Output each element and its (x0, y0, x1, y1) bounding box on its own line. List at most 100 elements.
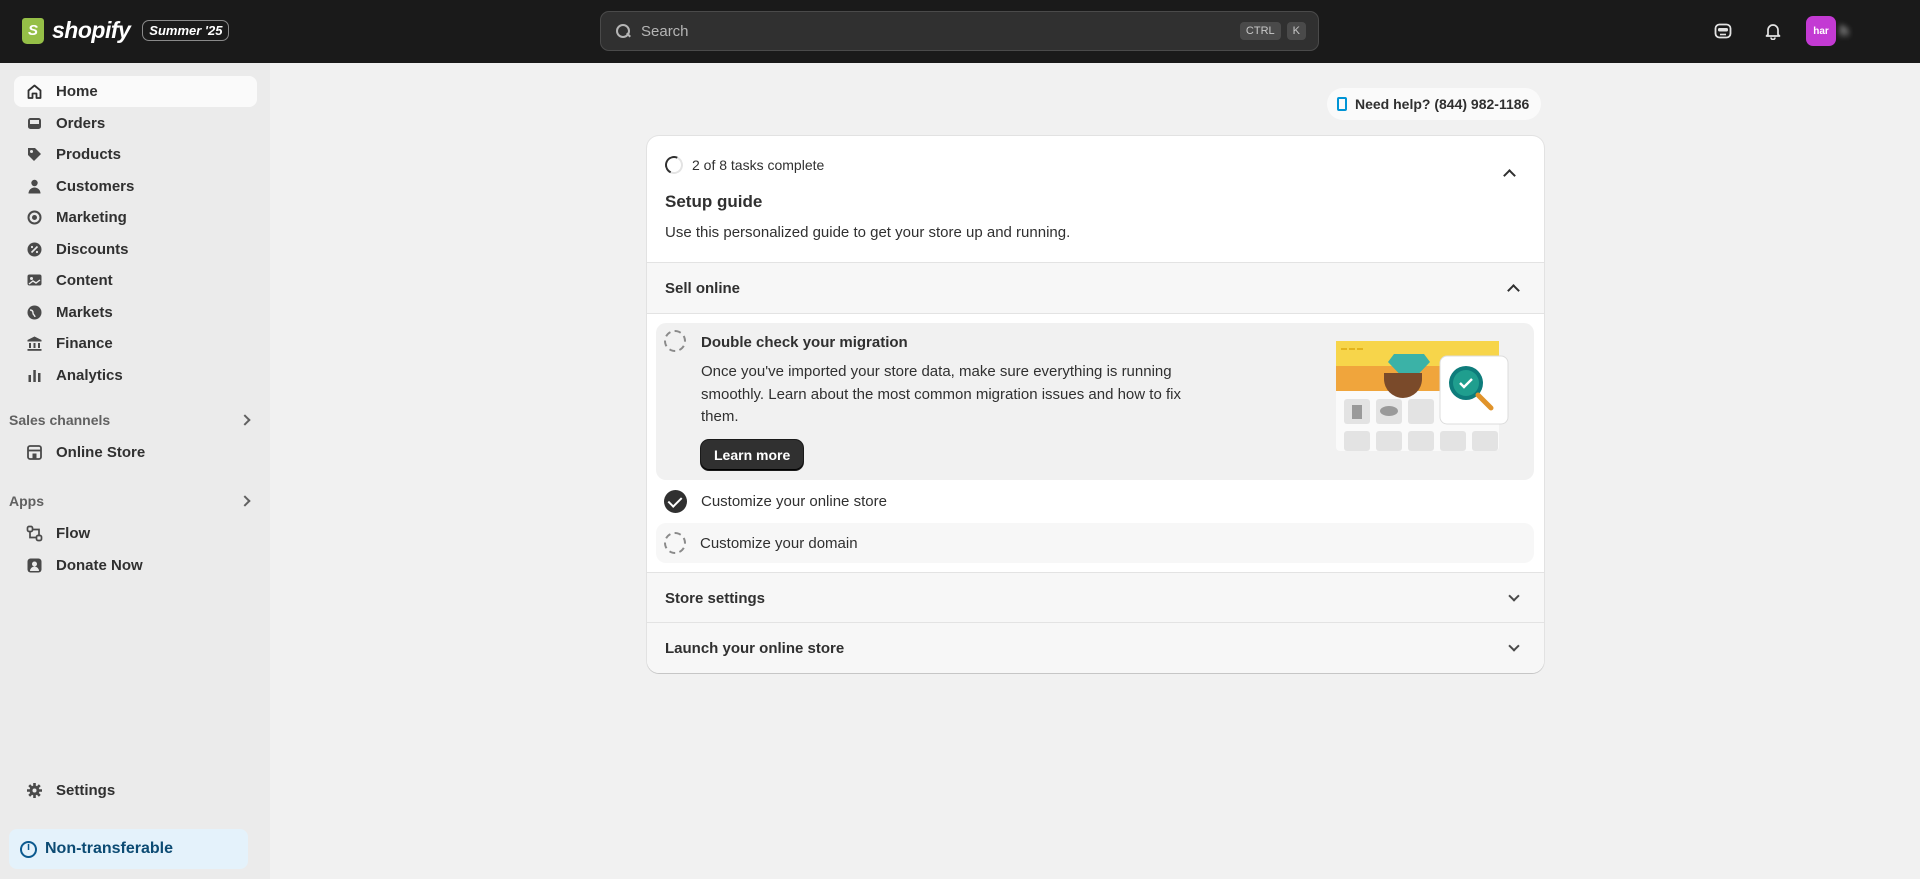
chevron-up-icon (1507, 284, 1520, 297)
setup-guide-card: 2 of 8 tasks complete Setup guide Use th… (647, 136, 1544, 673)
help-contact[interactable]: Need help? (844) 982-1186 (1327, 88, 1542, 120)
sidebar-item-markets[interactable]: Markets (14, 297, 257, 328)
home-icon (24, 82, 44, 102)
sidebar-item-label: Orders (56, 115, 106, 132)
page-title: Setup guide (665, 192, 763, 211)
search-placeholder: Search (641, 22, 689, 40)
help-label: Need help? (844) 982-1186 (1355, 96, 1530, 112)
sidebar-item-orders[interactable]: Orders (14, 108, 257, 139)
bell-icon (1765, 24, 1781, 40)
discount-icon (24, 240, 44, 260)
learn-more-button[interactable]: Learn more (701, 440, 804, 470)
tag-icon (24, 145, 44, 165)
sidebar-item-label: Flow (56, 525, 91, 542)
task-double-check-migration[interactable]: Double check your migration Once you've … (656, 323, 1534, 480)
sidebar-item-label: Content (56, 272, 113, 289)
topbar-actions: har h (1706, 14, 1920, 48)
bar-chart-icon (24, 366, 44, 386)
task-title: Double check your migration (701, 334, 908, 351)
sidebar-item-content[interactable]: Content (14, 265, 257, 296)
sidebar-item-label: Customers (56, 178, 135, 195)
notifications-button[interactable] (1756, 14, 1790, 48)
section-sell-online[interactable]: Sell online (647, 262, 1544, 313)
sidebar-item-analytics[interactable]: Analytics (14, 360, 257, 391)
sidebar-item-label: Markets (56, 304, 113, 321)
section-label: Store settings (665, 589, 766, 607)
account-name: h (1840, 22, 1849, 40)
gear-icon (24, 781, 44, 801)
collapse-guide-button[interactable] (1503, 169, 1516, 182)
incomplete-task-icon[interactable] (664, 532, 686, 554)
app-icon (24, 556, 44, 576)
sidebar-item-label: Marketing (56, 209, 127, 226)
sidebar-item-label: Home (56, 83, 98, 100)
flow-icon (24, 524, 44, 544)
sidebar-item-label: Finance (56, 335, 113, 352)
sidebar: Home Orders Products Customers Marketing… (0, 63, 270, 879)
sales-channels-label: Sales channels (9, 412, 111, 428)
search-bar[interactable]: Search CTRL K (600, 11, 1319, 51)
sidebar-item-home[interactable]: Home (14, 76, 257, 107)
shopify-logo[interactable]: shopify Summer '25 (22, 17, 230, 44)
brand-name: shopify (52, 17, 131, 43)
setup-guide-subtitle: Use this personalized guide to get your … (665, 224, 1071, 241)
sidebar-item-label: Analytics (56, 367, 123, 384)
task-customize-domain[interactable]: Customize your domain (656, 523, 1534, 563)
migration-illustration (1336, 341, 1509, 451)
shortcut-ctrl-key: CTRL (1239, 22, 1281, 40)
completed-check-icon (664, 489, 687, 513)
sidebar-item-label: Online Store (56, 444, 146, 461)
section-label: Launch your online store (665, 639, 845, 657)
sidebar-item-discounts[interactable]: Discounts (14, 234, 257, 265)
apps-header[interactable]: Apps (9, 493, 257, 509)
phone-icon (1337, 97, 1347, 111)
account-menu[interactable]: h (1840, 14, 1920, 48)
shortcut-k-key: K (1286, 22, 1306, 40)
sidebar-item-donate-now[interactable]: Donate Now (14, 550, 257, 581)
sidebar-item-customers[interactable]: Customers (14, 171, 257, 202)
sidebar-item-finance[interactable]: Finance (14, 328, 257, 359)
sidebar-item-label: Donate Now (56, 557, 143, 574)
sidebar-item-flow[interactable]: Flow (14, 518, 257, 549)
chevron-down-icon (1508, 590, 1520, 602)
apps-label: Apps (9, 493, 44, 509)
section-launch-online-store[interactable]: Launch your online store (647, 622, 1544, 673)
globe-icon (24, 303, 44, 323)
sales-channels-header[interactable]: Sales channels (9, 412, 257, 428)
sidebar-item-settings[interactable]: Settings (14, 775, 257, 806)
image-icon (24, 271, 44, 291)
incomplete-task-icon[interactable] (664, 330, 686, 352)
search-icon (615, 23, 631, 39)
sidebar-item-online-store[interactable]: Online Store (14, 437, 257, 468)
sidekick-icon (1714, 23, 1732, 39)
edition-badge[interactable]: Summer '25 (142, 20, 230, 41)
non-transferable-notice[interactable]: Non-transferable (9, 829, 248, 869)
inbox-icon (24, 114, 44, 134)
avatar[interactable]: har (1806, 16, 1836, 46)
section-label: Sell online (665, 279, 741, 297)
task-progress: 2 of 8 tasks complete (662, 153, 825, 177)
sidebar-item-products[interactable]: Products (14, 139, 257, 170)
task-customize-online-store[interactable]: Customize your online store (656, 481, 1534, 521)
info-icon (20, 840, 37, 858)
sidekick-button[interactable] (1706, 14, 1740, 48)
progress-ring-icon (662, 153, 686, 177)
task-description: Once you've imported your store data, ma… (701, 363, 1181, 425)
sidebar-item-label: Discounts (56, 241, 129, 258)
sidebar-item-marketing[interactable]: Marketing (14, 202, 257, 233)
chevron-down-icon (1508, 640, 1520, 652)
shopify-bag-icon (22, 17, 44, 44)
chevron-right-icon (239, 495, 251, 507)
task-label: Customize your domain (700, 534, 858, 552)
notice-label: Non-transferable (45, 840, 174, 857)
top-bar: shopify Summer '25 Search CTRL K har h (0, 0, 1920, 63)
progress-text: 2 of 8 tasks complete (692, 157, 825, 173)
person-icon (24, 177, 44, 197)
task-label: Customize your online store (701, 492, 887, 510)
sidebar-item-label: Settings (56, 782, 116, 799)
sidebar-item-label: Products (56, 146, 122, 163)
target-icon (24, 208, 44, 228)
chevron-right-icon (239, 414, 251, 426)
store-icon (24, 443, 44, 463)
section-store-settings[interactable]: Store settings (647, 572, 1544, 623)
